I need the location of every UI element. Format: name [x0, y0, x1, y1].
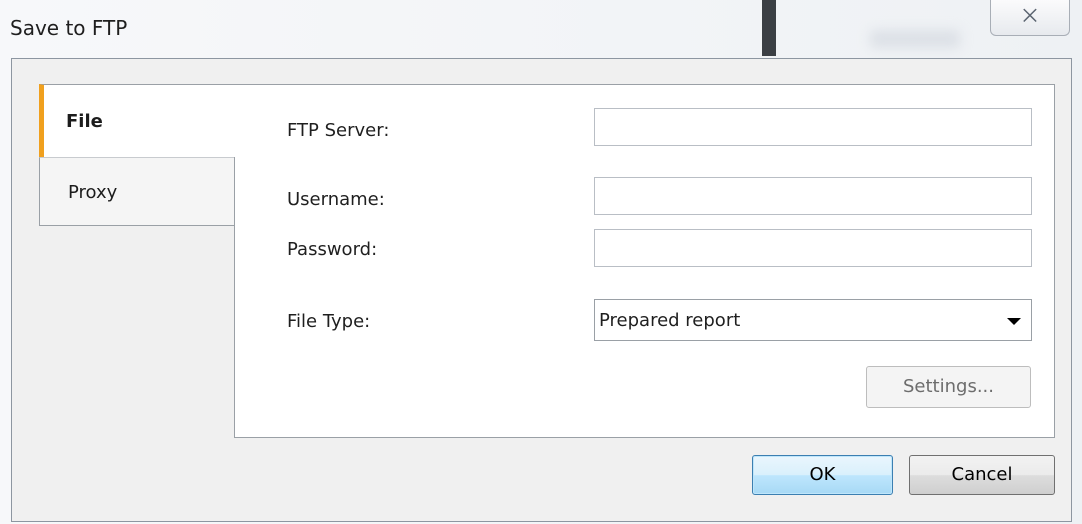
ftp-server-label: FTP Server: [287, 120, 390, 141]
file-type-label: File Type: [287, 311, 371, 332]
username-input[interactable] [594, 177, 1032, 215]
password-input[interactable] [594, 229, 1032, 267]
chevron-down-icon [1007, 318, 1021, 325]
tab-file-label: File [66, 111, 103, 132]
tab-file[interactable]: File [39, 84, 235, 157]
password-label: Password: [287, 239, 378, 260]
cancel-button[interactable]: Cancel [909, 455, 1055, 495]
tab-proxy-label: Proxy [68, 182, 118, 203]
window-title: Save to FTP [10, 16, 128, 40]
close-button[interactable]: ⨉ [990, 0, 1070, 36]
ftp-server-input[interactable] [594, 108, 1032, 146]
file-type-select[interactable]: Prepared report [594, 299, 1032, 341]
tab-proxy[interactable]: Proxy [39, 157, 235, 226]
background-blur [870, 30, 960, 48]
username-label: Username: [287, 189, 385, 210]
file-type-selected-value: Prepared report [599, 310, 741, 331]
ok-button[interactable]: OK [752, 455, 893, 495]
close-icon: ⨉ [1022, 6, 1038, 26]
background-window-strip [762, 0, 776, 56]
settings-button[interactable]: Settings... [866, 366, 1031, 408]
